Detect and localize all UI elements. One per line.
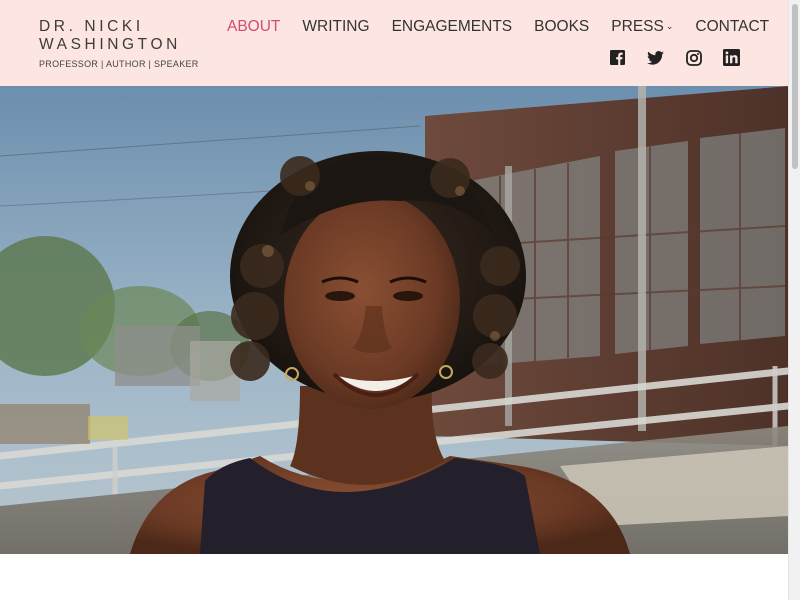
nav-item-press-label: PRESS — [611, 18, 664, 35]
scrollbar-thumb[interactable] — [792, 4, 798, 169]
nav-item-about[interactable]: ABOUT — [227, 18, 280, 36]
page: DR. NICKI WASHINGTON PROFESSOR | AUTHOR … — [0, 0, 788, 600]
chevron-down-icon: ⌄ — [665, 21, 674, 31]
nav-item-contact[interactable]: CONTACT — [695, 18, 769, 36]
site-header: DR. NICKI WASHINGTON PROFESSOR | AUTHOR … — [0, 0, 788, 86]
nav-item-press[interactable]: PRESS ⌄ — [611, 18, 673, 36]
twitter-icon[interactable] — [647, 49, 664, 66]
site-tagline: PROFESSOR | AUTHOR | SPEAKER — [39, 59, 199, 69]
nav-item-writing[interactable]: WRITING — [302, 18, 369, 36]
linkedin-icon[interactable] — [723, 49, 740, 66]
social-links — [609, 49, 740, 66]
instagram-icon[interactable] — [685, 49, 702, 66]
portrait-photo — [0, 86, 788, 554]
scrollbar[interactable] — [788, 0, 800, 600]
nav-item-books[interactable]: BOOKS — [534, 18, 589, 36]
hero-photo — [0, 86, 788, 554]
site-name[interactable]: DR. NICKI WASHINGTON — [39, 18, 199, 54]
nav-item-engagements[interactable]: ENGAGEMENTS — [392, 18, 513, 36]
site-brand[interactable]: DR. NICKI WASHINGTON PROFESSOR | AUTHOR … — [39, 18, 199, 69]
facebook-icon[interactable] — [609, 49, 626, 66]
main-nav: ABOUT WRITING ENGAGEMENTS BOOKS PRESS ⌄ C… — [227, 16, 769, 38]
